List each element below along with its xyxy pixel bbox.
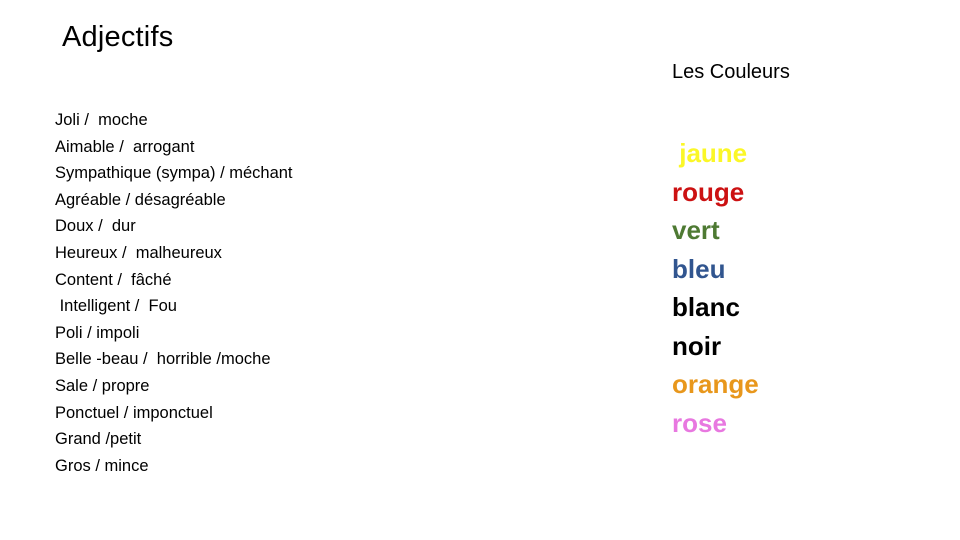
colour-word: bleu xyxy=(672,253,726,284)
colour-word: rouge xyxy=(672,176,745,207)
adjective-line: Sale / propre xyxy=(55,376,150,395)
adjective-line: Grand /petit xyxy=(55,430,142,449)
colour-word: orange xyxy=(672,369,759,399)
adjective-line: Gros / mince xyxy=(55,456,149,475)
adjective-line: Agréable / désagréable xyxy=(55,190,226,209)
colour-word: noir xyxy=(672,330,722,361)
adjectives-list: Joli / moche Aimable / arrogant Sympathiqu… xyxy=(55,107,615,479)
adjective-line: Heureux / malheureux xyxy=(55,243,222,262)
adjective-line: Doux / dur xyxy=(55,217,136,236)
colour-word: vert xyxy=(672,215,720,245)
colour-word: jaune xyxy=(672,138,748,168)
adjective-line: Sympathique (sympa) / méchant xyxy=(55,164,293,183)
colours-heading: Les Couleurs xyxy=(672,61,790,83)
adjective-line: Ponctuel / imponctuel xyxy=(55,403,213,422)
colour-word: rose xyxy=(672,407,727,438)
colour-word: blanc xyxy=(672,292,740,322)
adjective-line: Aimable / arrogant xyxy=(55,137,195,156)
page-title: Adjectifs xyxy=(62,21,174,53)
adjective-line: Belle -beau / horrible /moche xyxy=(55,350,271,369)
colours-list: jaune rouge vert bleu blanc noir orange rose xyxy=(672,134,922,442)
adjective-line: Joli / moche xyxy=(55,111,148,129)
adjective-line: Poli / impoli xyxy=(55,323,140,342)
slide-canvas: Adjectifs Joli / moche Aimable / arrogant… xyxy=(0,0,960,540)
adjective-line: Intelligent / Fou xyxy=(55,297,177,316)
adjective-line: Content / fâché xyxy=(55,270,172,289)
